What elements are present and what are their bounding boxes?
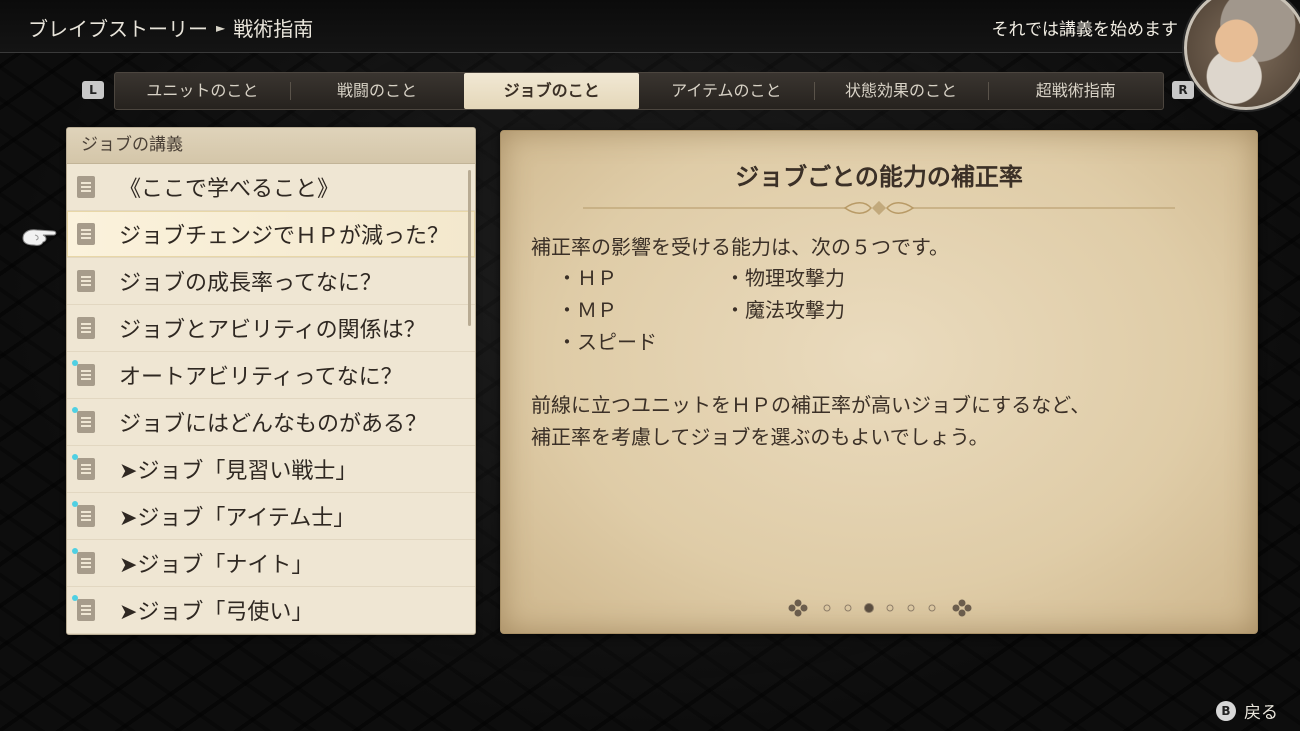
divider-ornament-icon <box>583 201 1175 215</box>
list-item[interactable]: 《ここで学べること》 <box>67 164 475 211</box>
list-item-label: ジョブとアビリティの関係は？ <box>119 318 426 343</box>
top-bar: ブレイブストーリー ► 戦術指南 それでは講義を始めます <box>0 0 1300 53</box>
page-title: ジョブごとの能力の補正率 <box>735 163 1023 191</box>
document-icon <box>77 599 95 621</box>
list-item-label: オートアビリティってなに？ <box>119 365 403 390</box>
list-item-label: ジョブにはどんなものがある？ <box>119 412 428 437</box>
document-icon <box>77 364 95 386</box>
new-indicator-icon <box>72 407 78 413</box>
previous-page-icon <box>788 599 808 617</box>
new-indicator-icon <box>72 360 78 366</box>
new-indicator-icon <box>72 501 78 507</box>
document-icon <box>77 411 95 433</box>
list-item[interactable]: ➤ジョブ「見習い戦士」 <box>67 446 475 493</box>
tab-battle[interactable]: 戦闘のこと <box>289 73 465 109</box>
document-icon <box>77 270 95 292</box>
back-label: 戻る <box>1244 703 1278 723</box>
lecture-list-panel: ジョブの講義 《ここで学べること》 ジョブチェンジでＨＰが減った？ ジョブの成長… <box>66 127 476 635</box>
breadcrumb-arrow-icon: ► <box>216 20 226 35</box>
advice-line-2: 補正率を考慮してジョブを選ぶのもよいでしょう。 <box>531 425 989 449</box>
stat-hp: ・ＨＰ <box>557 266 617 290</box>
instructor-portrait <box>1184 0 1300 110</box>
advice-line-1: 前線に立つユニットをＨＰの補正率が高いジョブにするなど、 <box>531 393 1091 417</box>
list-item-label: ➤ジョブ「見習い戦士」 <box>119 459 358 484</box>
hand-cursor-icon <box>22 229 57 246</box>
list-heading: ジョブの講義 <box>67 128 475 164</box>
new-indicator-icon <box>72 454 78 460</box>
lecture-page: ジョブごとの能力の補正率 補正率の影響を受ける能力は、次の５つです。 ・ＨＰ ・… <box>500 130 1258 634</box>
list-item-label: ジョブチェンジでＨＰが減った？ <box>119 224 450 249</box>
tab-bar: ユニットのこと 戦闘のこと ジョブのこと アイテムのこと 状態効果のこと 超戦術… <box>114 72 1164 110</box>
list-item[interactable]: ➤ジョブ「ナイト」 <box>67 540 475 587</box>
list-item[interactable]: オートアビリティってなに？ <box>67 352 475 399</box>
list-item-label: ➤ジョブ「アイテム士」 <box>119 506 356 531</box>
tab-jobs[interactable]: ジョブのこと <box>464 73 640 109</box>
back-button[interactable]: B 戻る <box>1216 698 1278 723</box>
document-icon <box>77 552 95 574</box>
document-icon <box>77 223 95 245</box>
breadcrumb: ブレイブストーリー ► 戦術指南 <box>28 13 313 42</box>
page-dot <box>907 604 915 612</box>
list-item-selected[interactable]: ジョブチェンジでＨＰが減った？ <box>67 211 475 258</box>
document-icon <box>77 176 95 198</box>
tab-advanced-tactics[interactable]: 超戦術指南 <box>988 73 1163 109</box>
new-indicator-icon <box>72 595 78 601</box>
breadcrumb-current: 戦術指南 <box>233 17 314 41</box>
tab-items[interactable]: アイテムのこと <box>639 73 814 109</box>
document-icon <box>77 505 95 527</box>
page-dot-current <box>864 603 874 613</box>
page-indicator <box>788 599 972 617</box>
new-indicator-icon <box>72 548 78 554</box>
list-scrollbar[interactable] <box>468 170 471 326</box>
stat-magic-attack: ・魔法攻撃力 <box>725 298 845 322</box>
list-item[interactable]: ジョブにはどんなものがある？ <box>67 399 475 446</box>
list-item[interactable]: ジョブとアビリティの関係は？ <box>67 305 475 352</box>
breadcrumb-parent[interactable]: ブレイブストーリー <box>28 13 208 42</box>
right-shoulder-button[interactable]: R <box>1172 81 1194 99</box>
list-item-label: ジョブの成長率ってなに？ <box>119 271 382 296</box>
document-icon <box>77 317 95 339</box>
stat-speed: ・スピード <box>557 330 657 354</box>
category-tabs: L ユニットのこと 戦闘のこと ジョブのこと アイテムのこと 状態効果のこと 超… <box>82 72 1194 110</box>
b-button-icon: B <box>1216 700 1236 721</box>
page-dot <box>823 604 831 612</box>
page-dot <box>928 604 936 612</box>
list-item[interactable]: ジョブの成長率ってなに？ <box>67 258 475 305</box>
list-item-label: ➤ジョブ「弓使い」 <box>119 600 314 625</box>
stat-physical-attack: ・物理攻撃力 <box>725 266 845 290</box>
tab-status-effects[interactable]: 状態効果のこと <box>813 73 989 109</box>
list-item[interactable]: ➤ジョブ「アイテム士」 <box>67 493 475 540</box>
intro-text: 補正率の影響を受ける能力は、次の５つです。 <box>531 235 949 259</box>
next-page-icon <box>952 599 972 617</box>
tab-units[interactable]: ユニットのこと <box>115 73 290 109</box>
list-item-label: ➤ジョブ「ナイト」 <box>119 553 314 578</box>
page-dot <box>886 604 894 612</box>
list-item-label: 《ここで学べること》 <box>119 177 340 202</box>
document-icon <box>77 458 95 480</box>
page-dot <box>844 604 852 612</box>
instructor-hint: それでは講義を始めます <box>991 20 1179 40</box>
stat-mp: ・ＭＰ <box>557 298 617 322</box>
list-item[interactable]: ➤ジョブ「弓使い」 <box>67 587 475 634</box>
left-shoulder-button[interactable]: L <box>82 81 104 99</box>
